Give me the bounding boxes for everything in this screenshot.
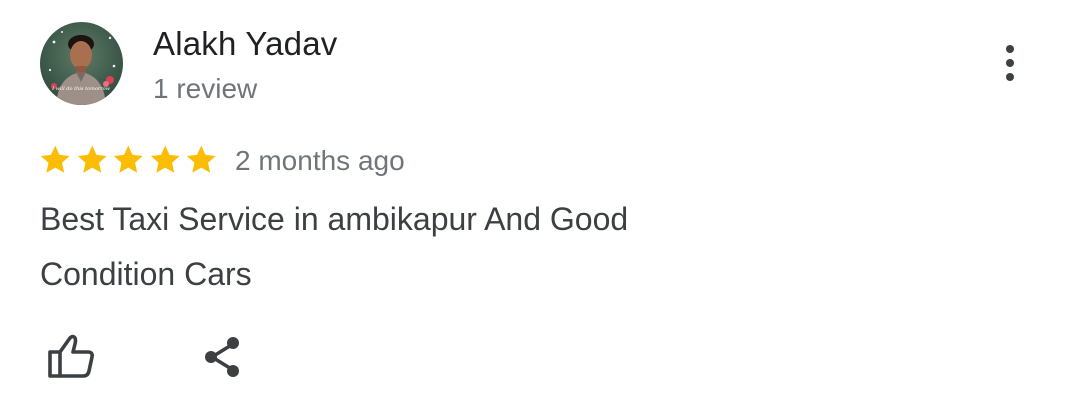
avatar-photo-icon: I will do this tomorrow [48,31,116,105]
star-rating [38,142,219,178]
star-icon [184,142,219,178]
like-button[interactable] [46,332,98,380]
author-name[interactable]: Alakh Yadav [153,24,337,64]
author-review-count: 1 review [153,73,258,104]
star-icon [148,142,183,178]
star-icon [75,142,110,178]
star-icon [38,142,73,178]
review-time-ago: 2 months ago [235,145,405,176]
more-options-button[interactable] [990,40,1030,86]
review-text: Best Taxi Service in ambikapur And Good … [40,201,629,292]
avatar-caption: I will do this tomorrow [51,86,111,92]
star-icon [111,142,146,178]
avatar[interactable]: I will do this tomorrow [40,22,123,105]
share-icon [205,337,239,377]
thumb-up-icon [48,334,94,378]
more-vert-icon [1006,45,1014,53]
share-button[interactable] [200,334,246,380]
review-card: I will do this tomorrow Alakh Yadav 1 re… [0,0,1080,414]
